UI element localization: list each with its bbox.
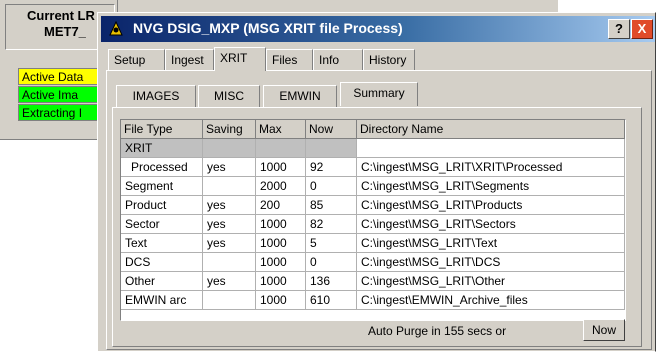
auto-purge-label: Auto Purge in 155 secs or	[368, 324, 507, 338]
table-cell: yes	[203, 234, 256, 253]
table-cell: 136	[306, 272, 357, 291]
table-cell	[256, 139, 306, 158]
table-cell: 1000	[256, 215, 306, 234]
table-cell	[203, 139, 256, 158]
table-cell: 0	[306, 177, 357, 196]
table-cell: 1000	[256, 234, 306, 253]
table-cell	[203, 177, 256, 196]
table-cell: yes	[203, 272, 256, 291]
window-title: NVG DSIG_MXP (MSG XRIT file Process)	[133, 20, 403, 36]
table-cell: Segment	[121, 177, 203, 196]
table-cell: 92	[306, 158, 357, 177]
table-cell: DCS	[121, 253, 203, 272]
table-cell: C:\ingest\MSG_LRIT\Segments	[357, 177, 625, 196]
help-button[interactable]: ?	[608, 19, 630, 39]
tab-history[interactable]: History	[363, 49, 415, 71]
table-cell: Text	[121, 234, 203, 253]
summary-table[interactable]: File Type Saving Max Now Directory Name XRIT P…	[120, 119, 626, 321]
table-cell: 5	[306, 234, 357, 253]
table-cell: EMWIN arc	[121, 291, 203, 310]
subtab-misc[interactable]: MISC	[198, 85, 260, 107]
dialog-window: NVG DSIG_MXP (MSG XRIT file Process) ? X…	[97, 12, 656, 352]
tab-setup[interactable]: Setup	[108, 49, 165, 71]
table-cell: C:\ingest\MSG_LRIT\DCS	[357, 253, 625, 272]
table-cell: 610	[306, 291, 357, 310]
table-cell: 82	[306, 215, 357, 234]
table-cell: C:\ingest\MSG_LRIT\Sectors	[357, 215, 625, 234]
table-cell: 85	[306, 196, 357, 215]
column-header[interactable]: Now	[306, 120, 357, 139]
tab-info[interactable]: Info	[313, 49, 363, 71]
table-cell: C:\ingest\MSG_LRIT\Other	[357, 272, 625, 291]
table-cell: XRIT	[121, 139, 203, 158]
close-button[interactable]: X	[631, 19, 653, 39]
table-cell: C:\ingest\MSG_LRIT\XRIT\Processed	[357, 158, 625, 177]
table-cell: C:\ingest\MSG_LRIT\Products	[357, 196, 625, 215]
table-cell: Product	[121, 196, 203, 215]
table-cell	[357, 139, 625, 158]
tab-xrit[interactable]: XRIT	[214, 47, 266, 71]
background-window-subtitle: MET7_	[44, 24, 86, 39]
column-header[interactable]: Max	[256, 120, 306, 139]
table-cell: 1000	[256, 158, 306, 177]
column-header[interactable]: File Type	[121, 120, 203, 139]
subtab-emwin[interactable]: EMWIN	[263, 85, 337, 107]
table-cell: Sector	[121, 215, 203, 234]
title-bar[interactable]: NVG DSIG_MXP (MSG XRIT file Process) ? X	[101, 16, 655, 42]
table-cell: yes	[203, 158, 256, 177]
column-header[interactable]: Directory Name	[357, 120, 625, 139]
tab-ingest[interactable]: Ingest	[165, 49, 214, 71]
background-window-title: Current LR	[27, 8, 95, 23]
column-header[interactable]: Saving	[203, 120, 256, 139]
table-cell	[203, 253, 256, 272]
table-cell	[203, 291, 256, 310]
table-cell	[306, 139, 357, 158]
tab-files[interactable]: Files	[266, 49, 313, 71]
table-cell: C:\ingest\MSG_LRIT\Text	[357, 234, 625, 253]
subtab-summary[interactable]: Summary	[340, 82, 418, 106]
table-cell: 0	[306, 253, 357, 272]
table-cell: yes	[203, 215, 256, 234]
purge-now-button[interactable]: Now	[583, 319, 625, 341]
table-cell: Processed	[121, 158, 203, 177]
table-cell: 1000	[256, 291, 306, 310]
app-icon	[109, 21, 123, 36]
table-cell: 200	[256, 196, 306, 215]
table-cell: 1000	[256, 253, 306, 272]
table-cell: C:\ingest\EMWIN_Archive_files	[357, 291, 625, 310]
table-cell: 1000	[256, 272, 306, 291]
table-cell: yes	[203, 196, 256, 215]
subtab-images[interactable]: IMAGES	[116, 85, 196, 107]
table-cell: Other	[121, 272, 203, 291]
table-cell: 2000	[256, 177, 306, 196]
